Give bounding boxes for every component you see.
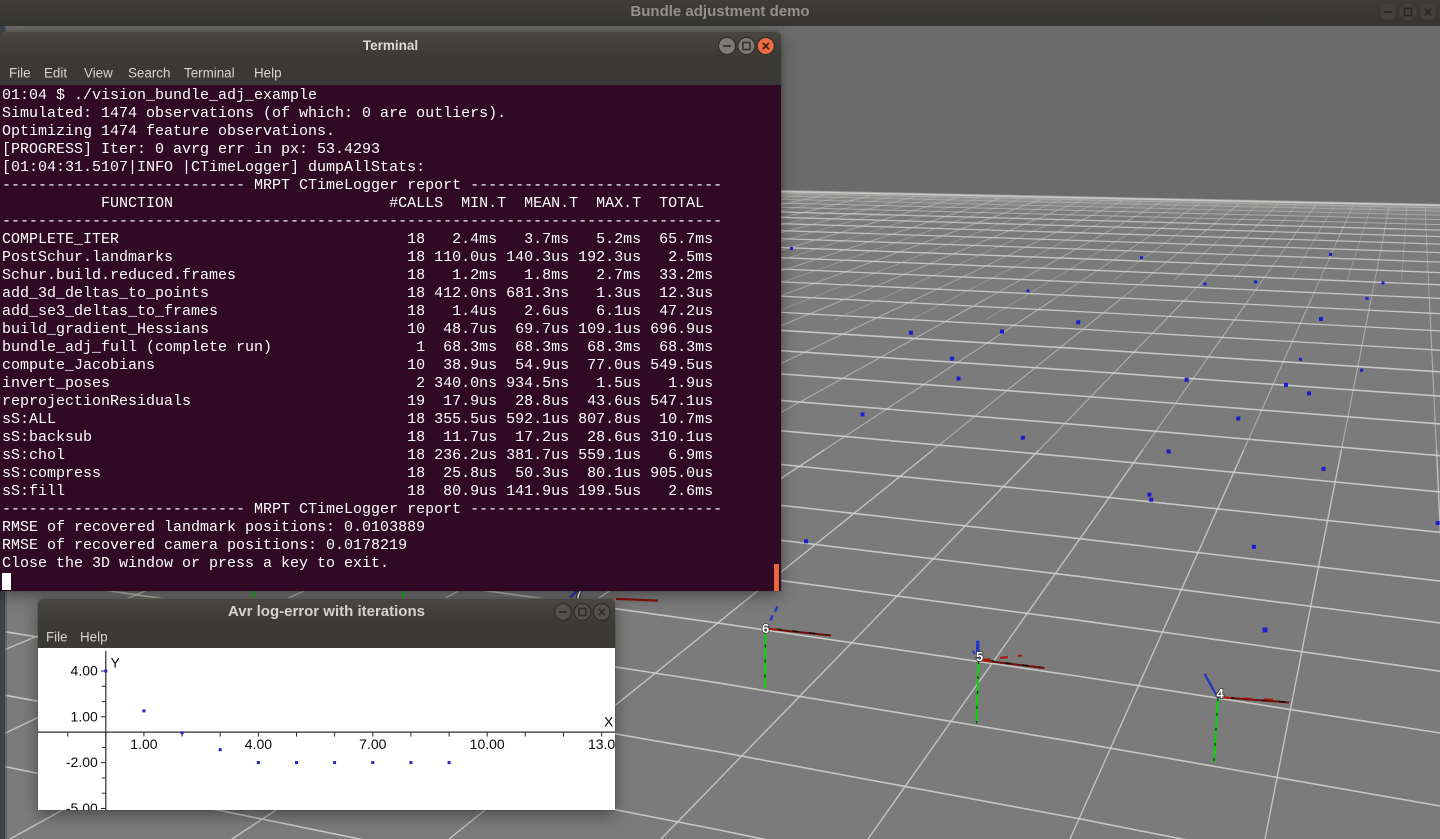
svg-text:-5.00: -5.00 bbox=[66, 800, 98, 810]
svg-text:6: 6 bbox=[762, 621, 769, 636]
svg-text:7.00: 7.00 bbox=[359, 736, 386, 752]
svg-text:5: 5 bbox=[976, 649, 983, 664]
svg-text:4.00: 4.00 bbox=[245, 736, 272, 752]
svg-text:13.0: 13.0 bbox=[588, 736, 615, 752]
svg-text:X: X bbox=[604, 714, 614, 730]
svg-text:-2.00: -2.00 bbox=[66, 754, 98, 770]
svg-text:1.00: 1.00 bbox=[130, 736, 157, 752]
svg-text:1.00: 1.00 bbox=[71, 708, 98, 724]
svg-text:Y: Y bbox=[111, 655, 121, 671]
svg-text:10.00: 10.00 bbox=[470, 736, 505, 752]
svg-text:4: 4 bbox=[1217, 686, 1225, 701]
svg-text:4.00: 4.00 bbox=[71, 663, 98, 679]
